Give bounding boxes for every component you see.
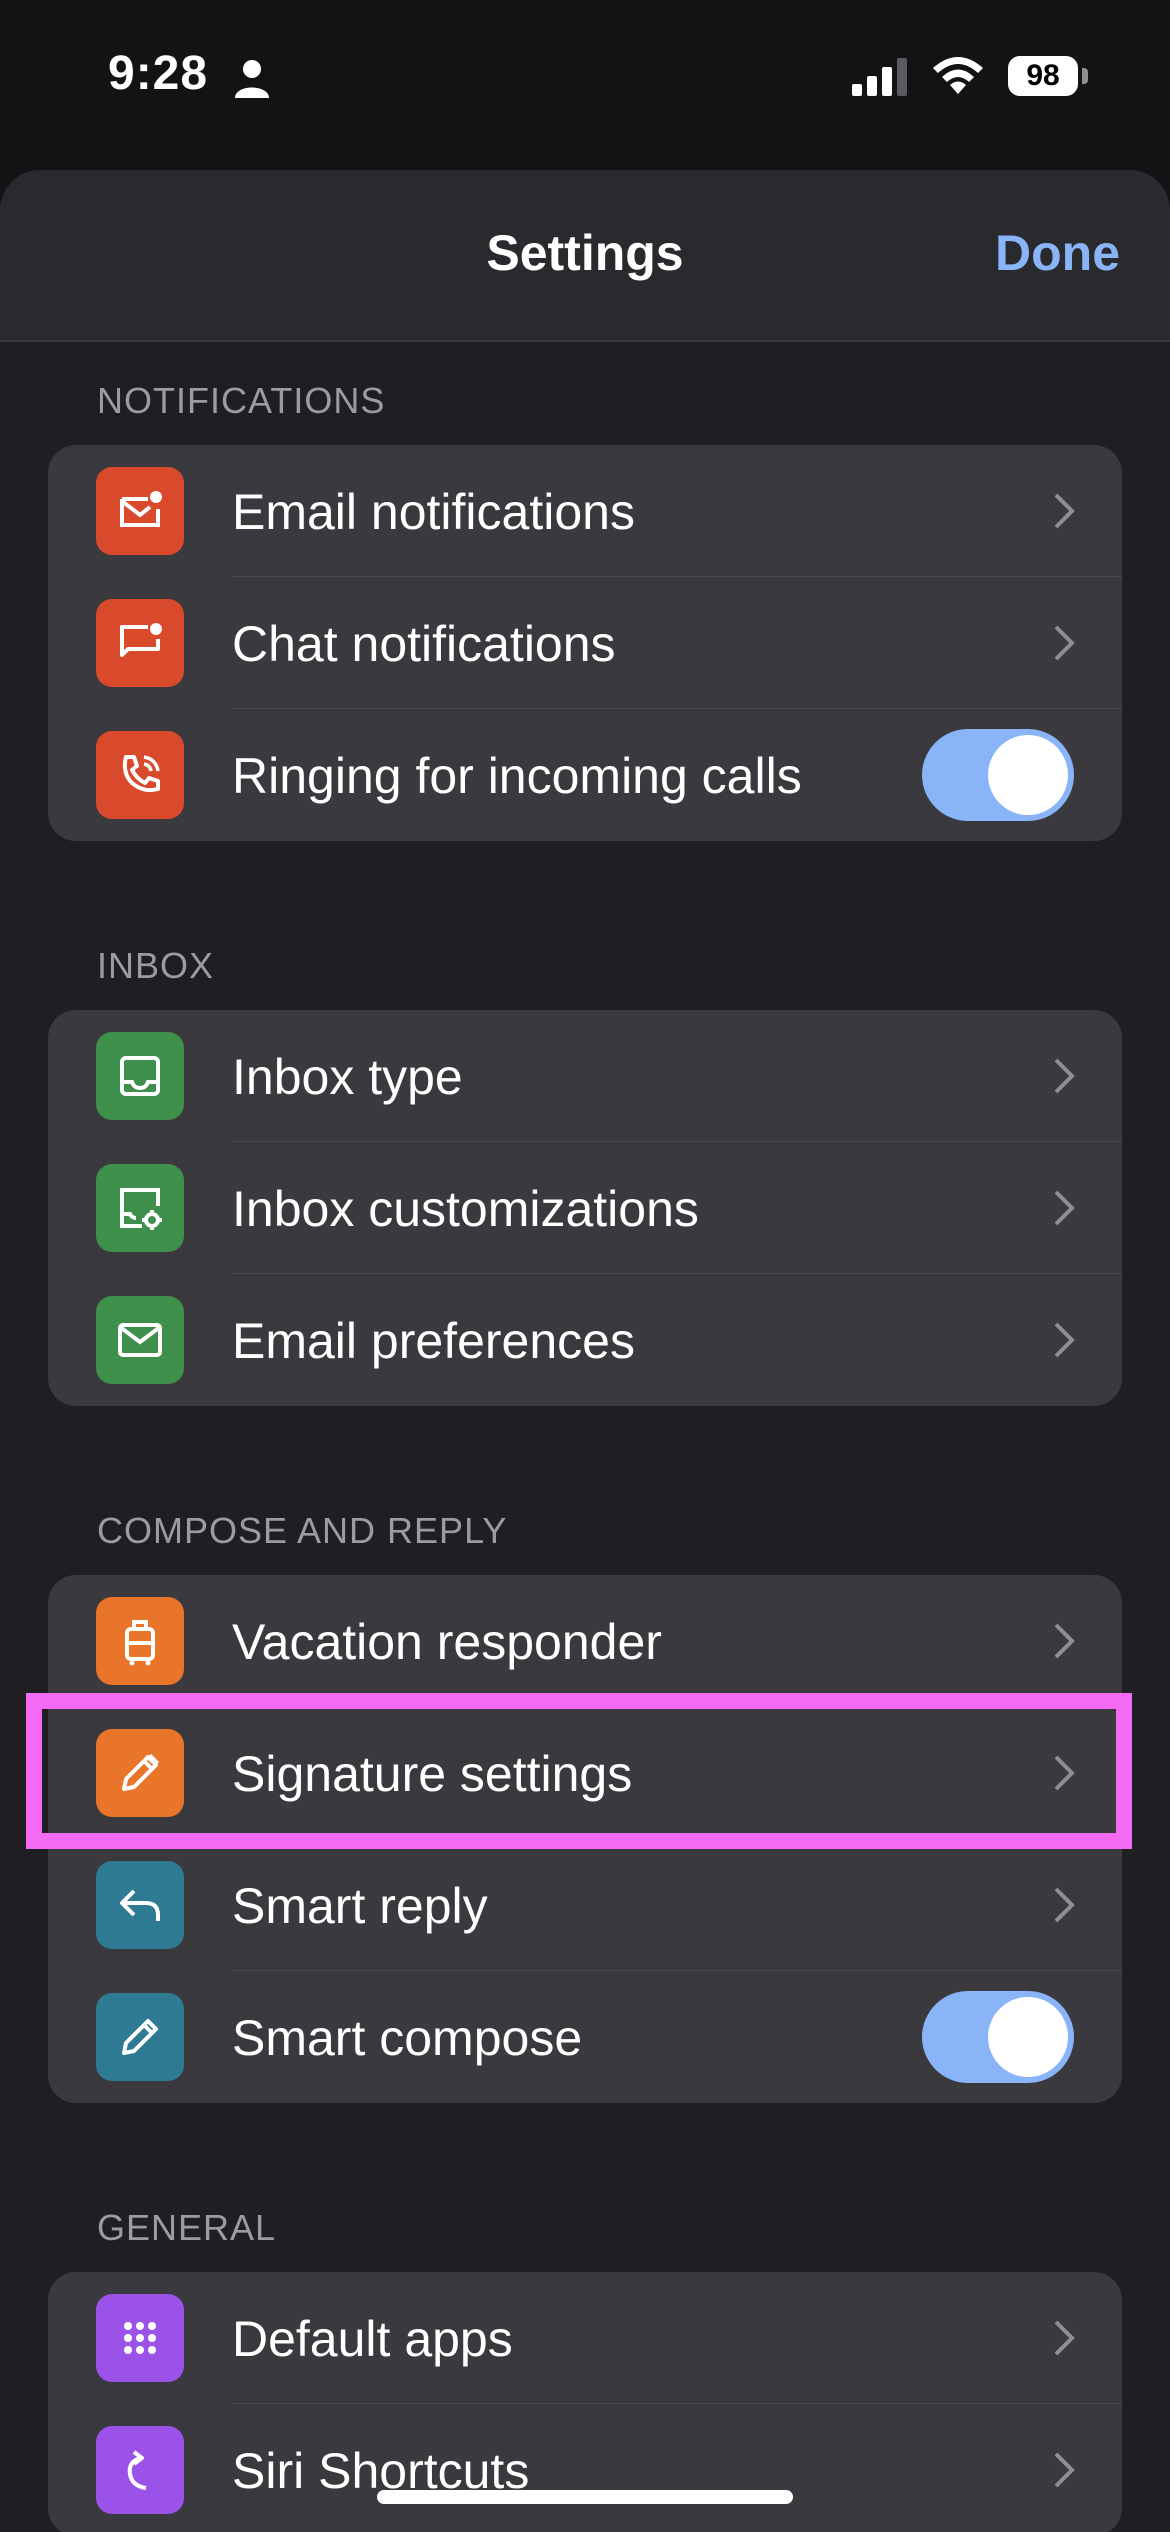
compose-group: Vacation responder Signature settings Sm… bbox=[48, 1575, 1122, 2103]
row-vacation-responder[interactable]: Vacation responder bbox=[48, 1575, 1122, 1707]
apps-grid-icon bbox=[96, 2294, 184, 2382]
chevron-right-icon bbox=[1054, 625, 1075, 661]
wifi-icon bbox=[933, 57, 983, 94]
row-label: Ringing for incoming calls bbox=[232, 748, 802, 804]
row-chat-notifications[interactable]: Chat notifications bbox=[48, 577, 1122, 709]
row-label: Default apps bbox=[232, 2311, 513, 2367]
notifications-group: Email notifications Chat notifications R… bbox=[48, 445, 1122, 841]
chevron-right-icon bbox=[1054, 1190, 1075, 1226]
chevron-right-icon bbox=[1054, 1322, 1075, 1358]
toggle-knob bbox=[988, 1997, 1068, 2077]
phone-ringing-icon bbox=[96, 731, 184, 819]
section-header-compose: COMPOSE AND REPLY bbox=[97, 1510, 508, 1551]
row-label: Signature settings bbox=[232, 1746, 633, 1802]
chevron-right-icon bbox=[1054, 2320, 1075, 2356]
chevron-right-icon bbox=[1054, 1623, 1075, 1659]
section-header-inbox: INBOX bbox=[97, 945, 215, 986]
row-email-notifications[interactable]: Email notifications bbox=[48, 445, 1122, 577]
section-header-notifications: NOTIFICATIONS bbox=[97, 380, 386, 421]
chevron-right-icon bbox=[1054, 1058, 1075, 1094]
row-siri-shortcuts[interactable]: Siri Shortcuts bbox=[48, 2404, 1122, 2532]
row-inbox-type[interactable]: Inbox type bbox=[48, 1010, 1122, 1142]
signal-icon bbox=[852, 58, 907, 96]
home-indicator[interactable] bbox=[377, 2490, 793, 2504]
pencil-icon bbox=[96, 1993, 184, 2081]
nav-bar: Settings Done bbox=[0, 170, 1170, 342]
suitcase-icon bbox=[96, 1597, 184, 1685]
row-label: Chat notifications bbox=[232, 616, 616, 672]
row-label: Inbox type bbox=[232, 1049, 463, 1105]
row-default-apps[interactable]: Default apps bbox=[48, 2272, 1122, 2404]
inbox-icon bbox=[96, 1032, 184, 1120]
row-label: Smart compose bbox=[232, 2010, 583, 2066]
battery-icon: 98 bbox=[1008, 56, 1078, 96]
done-button[interactable]: Done bbox=[995, 224, 1120, 282]
status-time: 9:28 bbox=[108, 47, 209, 100]
chevron-right-icon bbox=[1054, 2452, 1075, 2488]
battery-tip bbox=[1082, 68, 1088, 84]
mail-notification-icon bbox=[96, 467, 184, 555]
toggle-knob bbox=[988, 735, 1068, 815]
siri-shortcut-icon bbox=[96, 2426, 184, 2514]
section-header-general: GENERAL bbox=[97, 2207, 277, 2248]
chevron-right-icon bbox=[1054, 493, 1075, 529]
row-label: Smart reply bbox=[232, 1878, 488, 1934]
row-smart-compose: Smart compose bbox=[48, 1971, 1122, 2103]
inbox-settings-icon bbox=[96, 1164, 184, 1252]
reply-arrow-icon bbox=[96, 1861, 184, 1949]
status-bar: 9:28 98 bbox=[0, 0, 1170, 160]
inbox-group: Inbox type Inbox customizations Email pr… bbox=[48, 1010, 1122, 1406]
person-icon bbox=[235, 60, 269, 98]
row-inbox-customizations[interactable]: Inbox customizations bbox=[48, 1142, 1122, 1274]
smart-compose-toggle[interactable] bbox=[922, 1991, 1074, 2083]
envelope-icon bbox=[96, 1296, 184, 1384]
row-label: Email preferences bbox=[232, 1313, 635, 1369]
signature-pen-icon bbox=[96, 1729, 184, 1817]
row-ringing-incoming-calls: Ringing for incoming calls bbox=[48, 709, 1122, 841]
row-label: Email notifications bbox=[232, 484, 635, 540]
row-email-preferences[interactable]: Email preferences bbox=[48, 1274, 1122, 1406]
row-label: Vacation responder bbox=[232, 1614, 662, 1670]
row-signature-settings[interactable]: Signature settings bbox=[48, 1707, 1122, 1839]
chevron-right-icon bbox=[1054, 1887, 1075, 1923]
ringing-toggle[interactable] bbox=[922, 729, 1074, 821]
chevron-right-icon bbox=[1054, 1755, 1075, 1791]
settings-sheet: Settings Done NOTIFICATIONS Email notifi… bbox=[0, 170, 1170, 2532]
row-label: Inbox customizations bbox=[232, 1181, 699, 1237]
chat-notification-icon bbox=[96, 599, 184, 687]
row-smart-reply[interactable]: Smart reply bbox=[48, 1839, 1122, 1971]
